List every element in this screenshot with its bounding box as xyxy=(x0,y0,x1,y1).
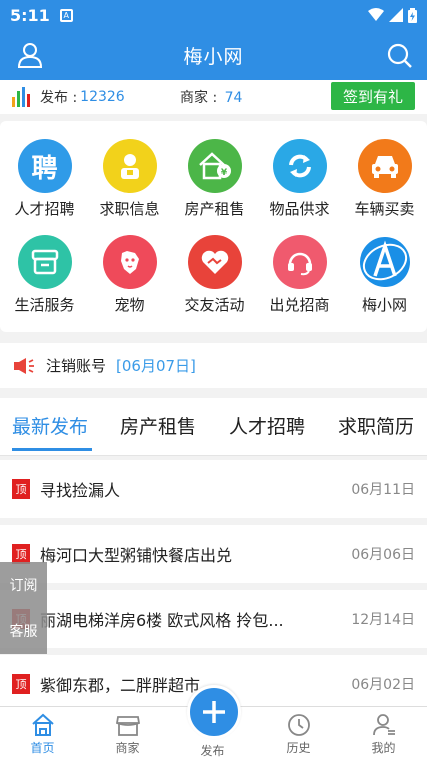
category-social-events[interactable]: 交友活动 xyxy=(172,235,257,315)
battery-icon xyxy=(408,7,417,23)
bar-chart-icon xyxy=(12,87,34,107)
category-label: 交友活动 xyxy=(184,296,245,314)
job-seeker-icon xyxy=(102,139,157,193)
category-label: 车辆买卖 xyxy=(354,200,415,218)
clock-icon xyxy=(287,714,310,736)
category-label: 宠物 xyxy=(114,296,145,314)
recruitment-icon: 聘 xyxy=(17,139,72,193)
house-icon: ¥ xyxy=(187,139,242,193)
category-label: 房产租售 xyxy=(184,200,245,218)
wifi-icon xyxy=(368,8,384,21)
dog-icon xyxy=(102,235,157,289)
tab-resumes[interactable]: 求职简历 xyxy=(338,412,414,439)
nav-label-publish: 发布 xyxy=(200,744,225,758)
post-title: 梅河口大型粥铺快餐店出兑 xyxy=(40,546,233,565)
floating-side-panel: 订阅 客服 xyxy=(0,562,47,654)
user-icon[interactable] xyxy=(16,41,44,69)
handshake-heart-icon xyxy=(187,235,242,289)
post-date: 06月02日 xyxy=(351,677,415,693)
category-goods-exchange[interactable]: 物品供求 xyxy=(257,139,342,219)
notice-text: 注销账号 xyxy=(46,357,107,375)
category-tabs: 最新发布 房产租售 人才招聘 求职简历 xyxy=(0,398,427,456)
category-label: 生活服务 xyxy=(14,296,75,314)
search-icon[interactable] xyxy=(385,41,413,69)
profile-icon xyxy=(372,714,395,736)
category-life-services[interactable]: 生活服务 xyxy=(2,235,87,315)
checkin-button[interactable]: 签到有礼 xyxy=(331,82,415,110)
nav-history[interactable]: 历史 xyxy=(256,707,341,760)
meixiaowang-logo-icon xyxy=(357,235,412,289)
svg-text:¥: ¥ xyxy=(220,168,227,178)
nav-label: 首页 xyxy=(30,741,55,755)
app-bar: 梅小网 xyxy=(0,30,427,80)
category-label: 物品供求 xyxy=(269,200,330,218)
list-item[interactable]: 顶 寻找捡漏人 06月11日 xyxy=(0,460,427,518)
customer-service-button[interactable]: 客服 xyxy=(0,608,47,654)
shop-icon xyxy=(115,716,140,736)
nav-merchant[interactable]: 商家 xyxy=(85,707,170,760)
signal-icon xyxy=(389,8,403,22)
category-grid: 聘 人才招聘 求职信息 ¥ 房产租售 物品供求 车辆买卖 生活服务 宠物 交友活… xyxy=(0,121,427,332)
page-title: 梅小网 xyxy=(183,45,244,68)
category-label: 求职信息 xyxy=(99,200,160,218)
status-time: 5:11 xyxy=(10,5,50,25)
status-bar: 5:11 A xyxy=(0,0,427,30)
nav-home[interactable]: 首页 xyxy=(0,707,85,760)
nav-label: 我的 xyxy=(371,741,396,755)
category-label: 梅小网 xyxy=(361,296,407,314)
nav-mine[interactable]: 我的 xyxy=(341,707,426,760)
category-pets[interactable]: 宠物 xyxy=(87,235,172,315)
refresh-icon xyxy=(272,139,327,193)
category-label: 出兑招商 xyxy=(269,296,330,314)
nav-label: 历史 xyxy=(286,741,311,755)
post-date: 12月14日 xyxy=(351,612,415,628)
category-recruitment[interactable]: 聘 人才招聘 xyxy=(2,139,87,219)
category-meixiaowang[interactable]: 梅小网 xyxy=(342,235,427,315)
publish-count-label: 发布 : xyxy=(40,90,78,106)
tab-latest[interactable]: 最新发布 xyxy=(12,412,88,439)
store-icon xyxy=(17,235,72,289)
pinned-badge: 顶 xyxy=(12,674,30,694)
post-title: 寻找捡漏人 xyxy=(40,481,121,500)
notification-icon: A xyxy=(59,8,73,22)
plus-icon xyxy=(203,701,225,723)
merchant-count: 74 xyxy=(224,90,243,106)
active-tab-indicator xyxy=(12,448,92,451)
nav-label: 商家 xyxy=(115,741,140,755)
publish-count: 12326 xyxy=(80,89,125,105)
subscribe-button[interactable]: 订阅 xyxy=(0,562,47,608)
tab-recruitment[interactable]: 人才招聘 xyxy=(229,412,305,439)
bottom-nav: 首页 商家 发布 历史 我的 xyxy=(0,685,427,760)
category-vehicles[interactable]: 车辆买卖 xyxy=(342,139,427,219)
post-title: 丽湖电梯洋房6楼 欧式风格 拎包... xyxy=(40,611,284,630)
publish-button[interactable] xyxy=(187,685,241,739)
merchant-count-label: 商家 : xyxy=(180,90,218,106)
stats-bar: 发布 : 12326 商家 : 74 签到有礼 xyxy=(0,80,427,114)
headset-icon xyxy=(272,235,327,289)
pinned-badge: 顶 xyxy=(12,479,30,499)
notice-bar[interactable]: 注销账号 [06月07日] xyxy=(0,343,427,388)
post-date: 06月06日 xyxy=(351,547,415,563)
post-date: 06月11日 xyxy=(351,482,415,498)
home-icon xyxy=(31,713,54,736)
list-item[interactable]: 顶 梅河口大型粥铺快餐店出兑 06月06日 xyxy=(0,525,427,583)
list-item[interactable]: 顶 丽湖电梯洋房6楼 欧式风格 拎包... 12月14日 xyxy=(0,590,427,648)
car-icon xyxy=(357,139,412,193)
category-real-estate[interactable]: ¥ 房产租售 xyxy=(172,139,257,219)
category-job-seeking[interactable]: 求职信息 xyxy=(87,139,172,219)
category-business-transfer[interactable]: 出兑招商 xyxy=(257,235,342,315)
post-title: 紫御东郡，二胖胖超市 xyxy=(40,676,201,695)
tab-real-estate[interactable]: 房产租售 xyxy=(120,412,196,439)
notice-date: [06月07日] xyxy=(116,357,196,375)
category-label: 人才招聘 xyxy=(14,200,75,218)
speaker-icon xyxy=(14,357,34,374)
pinned-badge: 顶 xyxy=(12,544,30,564)
